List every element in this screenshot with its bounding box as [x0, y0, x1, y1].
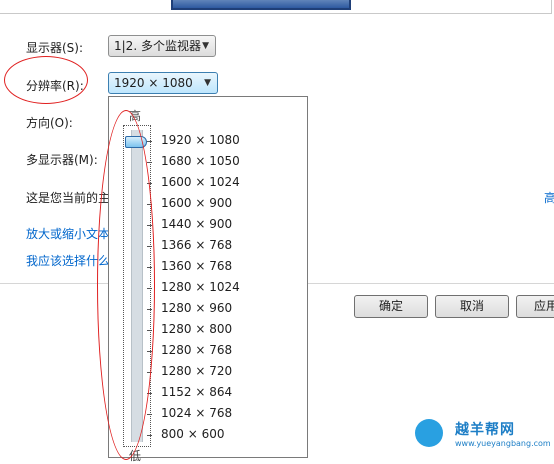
slider-high-label: 高 [129, 109, 142, 123]
slider-tick [147, 351, 152, 352]
which-settings-link[interactable]: 我应该选择什么 [26, 252, 110, 269]
resolution-label: 分辨率(R): [26, 79, 84, 93]
resolution-option[interactable]: 800 × 600 [161, 427, 225, 441]
slider-tick [147, 309, 152, 310]
orientation-label: 方向(O): [26, 116, 73, 130]
advanced-settings-link[interactable]: 高 [544, 189, 554, 206]
slider-tick [147, 246, 152, 247]
zoom-text-link[interactable]: 放大或缩小文本 [26, 225, 110, 242]
resolution-option[interactable]: 1280 × 1024 [161, 280, 240, 294]
slider-track-fill [131, 130, 143, 442]
slider-tick [147, 267, 152, 268]
resolution-option[interactable]: 1680 × 1050 [161, 154, 240, 168]
resolution-select[interactable]: 1920 × 1080 ▼ [108, 72, 218, 94]
ok-button[interactable]: 确定 [354, 295, 428, 318]
slider-tick [147, 330, 152, 331]
current-display-text: 这是您当前的主 [26, 191, 111, 205]
slider-tick [147, 183, 152, 184]
slider-tick [147, 372, 152, 373]
site-watermark: 越羊帮网 www.yueyangbang.com [405, 415, 554, 456]
resolution-option[interactable]: 1600 × 1024 [161, 175, 240, 189]
resolution-option[interactable]: 1280 × 960 [161, 301, 232, 315]
slider-tick [147, 435, 152, 436]
resolution-option[interactable]: 1024 × 768 [161, 406, 232, 420]
slider-tick [147, 288, 152, 289]
cancel-button[interactable]: 取消 [435, 295, 509, 318]
multi-display-label: 多显示器(M): [26, 153, 98, 167]
chevron-down-icon: ▼ [204, 78, 211, 88]
resolution-slider-thumb[interactable] [125, 136, 147, 148]
resolution-dropdown-panel: 高 1920 × 1080 1680 × 1050 1600 × 1024 1600 … [108, 96, 308, 463]
slider-tick [147, 225, 152, 226]
slider-tick [147, 393, 152, 394]
resolution-option[interactable]: 1366 × 768 [161, 238, 232, 252]
resolution-option[interactable]: 1360 × 768 [161, 259, 232, 273]
monitor-thumbnail[interactable] [171, 0, 351, 10]
apply-button[interactable]: 应用 [516, 295, 554, 318]
slider-tick [147, 141, 152, 142]
slider-tick [147, 204, 152, 205]
resolution-slider-track[interactable] [123, 125, 151, 447]
slider-tick [147, 162, 152, 163]
slider-tick [147, 414, 152, 415]
watermark-url: www.yueyangbang.com [455, 439, 551, 448]
resolution-option[interactable]: 1440 × 900 [161, 217, 232, 231]
resolution-option[interactable]: 1280 × 720 [161, 364, 232, 378]
watermark-name: 越羊帮网 [455, 422, 515, 438]
display-select-value: 1|2. 多个监视器 [114, 39, 201, 53]
resolution-option[interactable]: 1280 × 800 [161, 322, 232, 336]
display-label: 显示器(S): [26, 41, 84, 55]
watermark-logo-icon [415, 419, 443, 447]
resolution-option[interactable]: 1152 × 864 [161, 385, 232, 399]
resolution-select-value: 1920 × 1080 [114, 76, 193, 90]
resolution-option[interactable]: 1600 × 900 [161, 196, 232, 210]
chevron-down-icon: ▼ [202, 41, 209, 51]
resolution-option[interactable]: 1280 × 768 [161, 343, 232, 357]
resolution-option[interactable]: 1920 × 1080 [161, 133, 240, 147]
display-select[interactable]: 1|2. 多个监视器 ▼ [108, 35, 216, 57]
